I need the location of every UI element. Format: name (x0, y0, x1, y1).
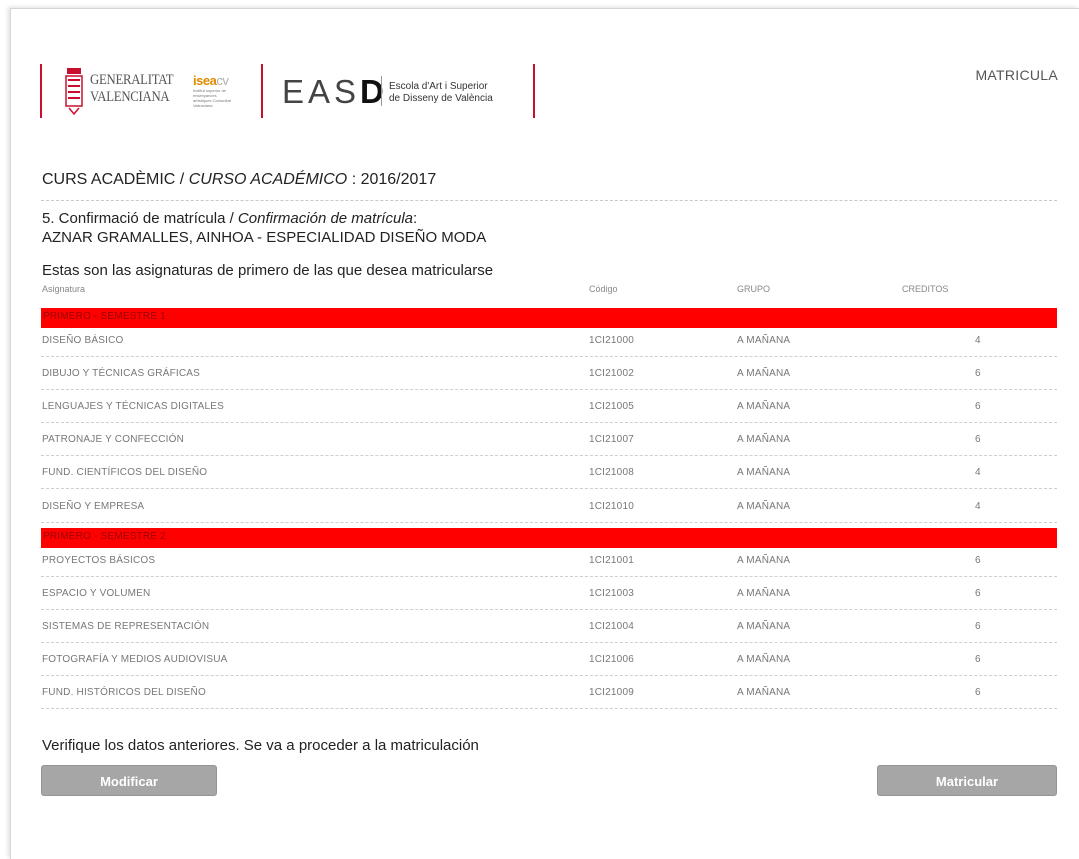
subject-name: FOTOGRAFÍA Y MEDIOS AUDIOVISUA (42, 654, 228, 665)
easd-logo: EASD (282, 74, 388, 110)
modify-button[interactable]: Modificar (41, 765, 217, 796)
subject-credits: 6 (975, 368, 981, 379)
easd-divider (381, 76, 382, 106)
logo-divider-right (533, 64, 535, 118)
table-row: LENGUAJES Y TÉCNICAS DIGITALES 1CI21005 A … (41, 389, 1057, 423)
subject-code: 1CI21005 (589, 401, 634, 412)
table-row: DISEÑO Y EMPRESA 1CI21010 A MAÑANA 4 (41, 489, 1057, 523)
subject-name: LENGUAJES Y TÉCNICAS DIGITALES (42, 401, 224, 412)
isea-brand-cv: cv (216, 73, 229, 88)
subject-name: DIBUJO Y TÉCNICAS GRÁFICAS (42, 368, 201, 379)
isea-brand: isea (193, 73, 217, 88)
subject-group: A MAÑANA (737, 621, 791, 632)
subject-code: 1CI21002 (589, 368, 634, 379)
column-header-group: GRUPO (737, 284, 771, 294)
step-title-va: 5. Confirmació de matrícula / (42, 210, 234, 227)
subject-credits: 6 (975, 401, 981, 412)
semester-label: PRIMERO - SEMESTRE 2 (43, 531, 166, 542)
step-title-end: : (413, 210, 418, 227)
subject-name: PROYECTOS BÁSICOS (42, 555, 156, 566)
logo-divider-left (40, 64, 42, 118)
subject-name: SISTEMAS DE REPRESENTACIÓN (42, 621, 210, 632)
isea-subtitle: Institut superior de ensenyances artísti… (193, 88, 231, 108)
subject-group: A MAÑANA (737, 501, 791, 512)
table-row: FUND. CIENTÍFICOS DEL DISEÑO 1CI21008 A MA… (41, 455, 1057, 489)
generalitat-logo-text: GENERALITAT VALENCIANA (90, 72, 174, 106)
subject-group: A MAÑANA (737, 654, 791, 665)
subject-code: 1CI21000 (589, 335, 634, 346)
subject-code: 1CI21008 (589, 467, 634, 478)
easd-logo-bold: D (360, 73, 388, 110)
table-row: FUND. HISTÓRICOS DEL DISEÑO 1CI21009 A MAÑ… (41, 675, 1057, 709)
subject-code: 1CI21007 (589, 434, 634, 445)
student-name: AZNAR GRAMALLES, AINHOA - ESPECIALIDAD D… (42, 229, 487, 246)
subject-code: 1CI21009 (589, 687, 634, 698)
column-header-code: Código (589, 284, 618, 294)
step-heading: 5. Confirmació de matrícula / Confirmaci… (42, 209, 486, 247)
subject-group: A MAÑANA (737, 368, 791, 379)
subject-credits: 6 (975, 687, 981, 698)
easd-logo-light: EAS (282, 73, 361, 110)
section-title: MATRICULA (975, 67, 1058, 83)
generalitat-emblem-icon (65, 68, 83, 116)
subject-name: FUND. HISTÓRICOS DEL DISEÑO (42, 687, 206, 698)
subject-credits: 6 (975, 588, 981, 599)
subject-code: 1CI21010 (589, 501, 634, 512)
table-row: DISEÑO BÁSICO 1CI21000 A MAÑANA 4 (41, 323, 1057, 357)
subject-group: A MAÑANA (737, 335, 791, 346)
isea-logo: iseacv Institut superior de ensenyances … (193, 73, 233, 108)
subject-code: 1CI21006 (589, 654, 634, 665)
subject-group: A MAÑANA (737, 401, 791, 412)
subject-name: DISEÑO Y EMPRESA (42, 501, 145, 512)
subject-group: A MAÑANA (737, 588, 791, 599)
subject-group: A MAÑANA (737, 434, 791, 445)
subject-credits: 6 (975, 434, 981, 445)
generalitat-line2: VALENCIANA (90, 89, 170, 105)
subject-name: FUND. CIENTÍFICOS DEL DISEÑO (42, 467, 208, 478)
column-header-subject: Asignatura (42, 284, 86, 294)
course-label-va: CURS ACADÈMIC / (42, 171, 185, 188)
verify-text: Verifique los datos anteriores. Se va a … (42, 737, 479, 754)
table-row: SISTEMAS DE REPRESENTACIÓN 1CI21004 A MAÑA… (41, 609, 1057, 643)
divider (41, 200, 1057, 201)
column-header-credits: CREDITOS (902, 284, 949, 294)
table-row: ESPACIO Y VOLUMEN 1CI21003 A MAÑANA 6 (41, 576, 1057, 610)
intro-text: Estas son las asignaturas de primero de … (42, 262, 494, 279)
course-value: : 2016/2017 (351, 171, 437, 188)
subject-name: DISEÑO BÁSICO (42, 335, 124, 346)
subject-credits: 6 (975, 654, 981, 665)
subject-credits: 4 (975, 501, 981, 512)
subject-credits: 6 (975, 621, 981, 632)
subject-credits: 4 (975, 467, 981, 478)
logo-divider-middle (261, 64, 263, 118)
subject-code: 1CI21003 (589, 588, 634, 599)
table-row: FOTOGRAFÍA Y MEDIOS AUDIOVISUA 1CI21006 A … (41, 642, 1057, 676)
generalitat-line1: GENERALITAT (90, 72, 174, 88)
table-row: PATRONAJE Y CONFECCIÓN 1CI21007 A MAÑANA 6 (41, 422, 1057, 456)
easd-subtitle-line1: Escola d'Art i Superior (389, 81, 488, 92)
subject-credits: 6 (975, 555, 981, 566)
subject-group: A MAÑANA (737, 467, 791, 478)
subject-credits: 4 (975, 335, 981, 346)
enroll-button[interactable]: Matricular (877, 765, 1057, 796)
subject-group: A MAÑANA (737, 687, 791, 698)
step-title-es: Confirmación de matrícula (237, 210, 413, 227)
table-row: DIBUJO Y TÉCNICAS GRÁFICAS 1CI21002 A MAÑA… (41, 356, 1057, 390)
subject-code: 1CI21004 (589, 621, 634, 632)
course-label-es: CURSO ACADÉMICO (188, 171, 348, 188)
easd-subtitle: Escola d'Art i Superior de Disseny de Va… (389, 81, 493, 105)
semester-label: PRIMERO - SEMESTRE 1 (43, 311, 166, 322)
subject-name: ESPACIO Y VOLUMEN (42, 588, 151, 599)
subject-name: PATRONAJE Y CONFECCIÓN (42, 434, 185, 445)
subject-group: A MAÑANA (737, 555, 791, 566)
academic-year: CURS ACADÈMIC / CURSO ACADÉMICO : 2016/2… (42, 171, 436, 189)
easd-subtitle-line2: de Disseny de València (389, 93, 493, 104)
table-row: PROYECTOS BÁSICOS 1CI21001 A MAÑANA 6 (41, 543, 1057, 577)
subject-code: 1CI21001 (589, 555, 634, 566)
